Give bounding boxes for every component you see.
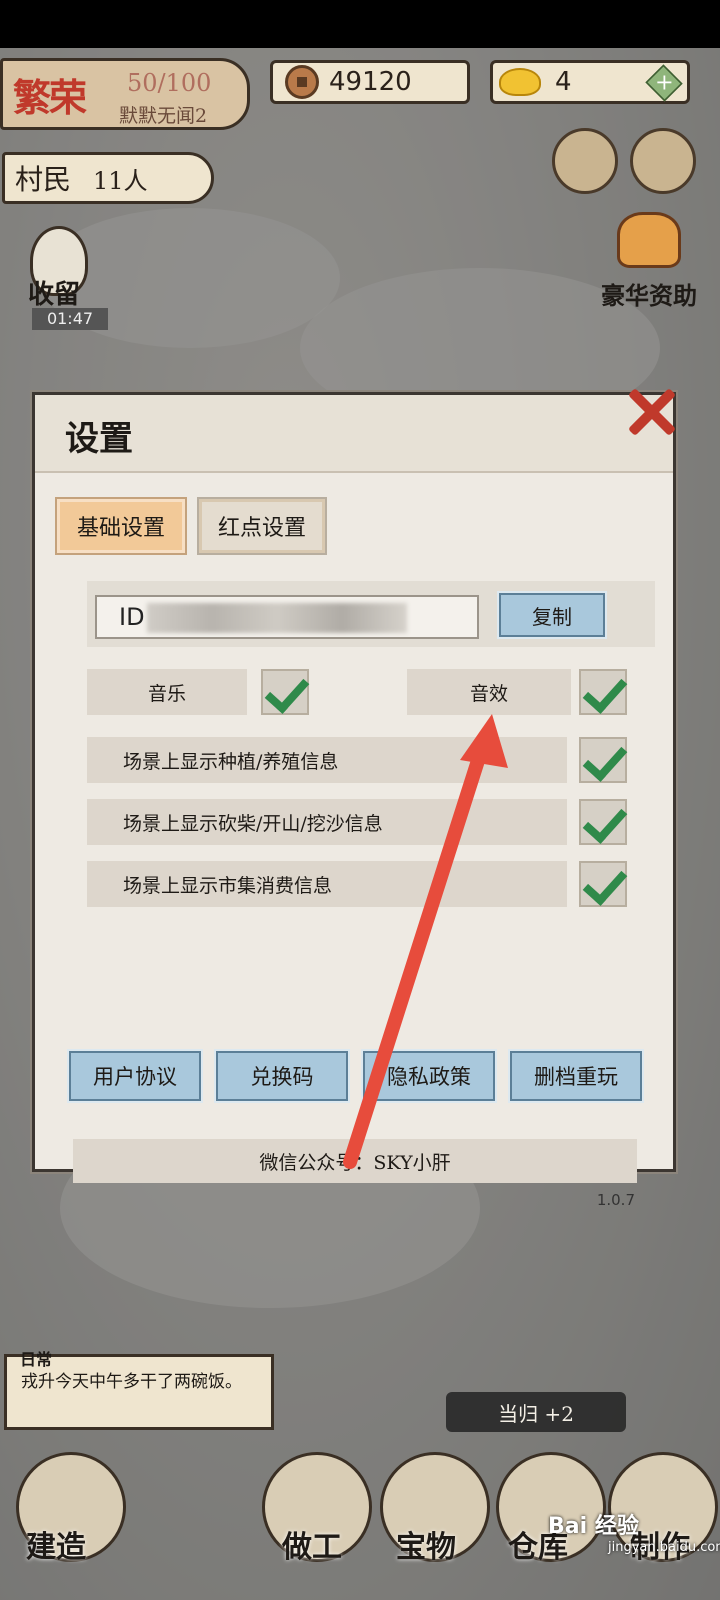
logging-info-checkbox[interactable] [579,799,627,845]
retain-timer: 01:47 [32,308,108,330]
villager-panel[interactable]: 村民 11人 [2,152,214,204]
privacy-policy-button[interactable]: 隐私政策 [361,1049,497,1103]
prosperity-label: 繁荣 [13,75,87,120]
close-icon[interactable] [623,383,679,439]
planting-info-checkbox[interactable] [579,737,627,783]
scroll-icon[interactable] [552,128,618,194]
watermark-url: jingyan.baidu.com [608,1540,720,1555]
gift-label: 豪华资助 [601,281,697,310]
version-text: 1.0.7 [596,1191,635,1209]
player-id-field: ID [95,595,479,639]
id-prefix: ID [119,603,145,631]
daily-text: 戎升今天中午多干了两碗饭。 [21,1372,242,1392]
gold-value: 4 [555,67,572,97]
option-market-info: 场景上显示市集消费信息 [87,861,567,907]
id-redacted [147,603,407,633]
tab-basic-settings[interactable]: 基础设置 [55,497,187,555]
tab-red-dot-settings[interactable]: 红点设置 [197,497,327,555]
id-row: ID 复制 [87,581,655,647]
user-agreement-button[interactable]: 用户协议 [67,1049,203,1103]
option-logging-info: 场景上显示砍柴/开山/挖沙信息 [87,799,567,845]
gift-bag-icon [617,212,681,268]
baidu-watermark: Bai 经验 jingyan.baidu.com [548,1508,720,1555]
settings-dialog: 设置 基础设置 红点设置 ID 复制 音乐 音效 场景上显示种植/养殖信息 场景… [32,392,676,1209]
sfx-checkbox[interactable] [579,669,627,715]
retain-villager-button[interactable]: 收留 01:47 [18,226,108,330]
villager-count: 11人 [93,166,148,195]
gold-counter: 4 + [490,60,690,104]
player-name: 默默无闻2 [119,105,208,127]
treasure-label: 宝物 [396,1530,456,1565]
delete-save-button[interactable]: 删档重玩 [508,1049,644,1103]
prosperity-panel[interactable]: 繁荣 50/100 默默无闻2 [0,58,250,130]
gold-ingot-icon [499,68,541,96]
coin-counter: 49120 [270,60,470,104]
dialog-title: 设置 [65,419,133,459]
wechat-account-text: 微信公众号：SKY小肝 [73,1139,637,1183]
prosperity-value: 50/100 [127,69,212,97]
copper-coin-icon [285,65,319,99]
build-label: 建造 [26,1530,86,1565]
gear-icon[interactable] [630,128,696,194]
add-gold-button[interactable]: + [645,64,683,102]
villager-label: 村民 [15,163,72,196]
coin-value: 49120 [329,67,412,97]
music-checkbox[interactable] [261,669,309,715]
market-info-checkbox[interactable] [579,861,627,907]
music-label: 音乐 [87,669,247,715]
dialog-header: 设置 [35,395,673,473]
daily-tag: 日常 [20,1350,53,1369]
retain-label: 收留 [28,280,81,310]
option-planting-info: 场景上显示种植/养殖信息 [87,737,567,783]
sfx-label: 音效 [407,669,571,715]
work-label: 做工 [282,1530,342,1565]
copy-button[interactable]: 复制 [497,591,607,639]
redeem-code-button[interactable]: 兑换码 [214,1049,350,1103]
luxury-sponsor-button[interactable]: 豪华资助 [594,212,704,311]
item-gain-toast: 当归 +2 [446,1392,626,1432]
watermark-text: Bai 经验 [548,1514,639,1539]
